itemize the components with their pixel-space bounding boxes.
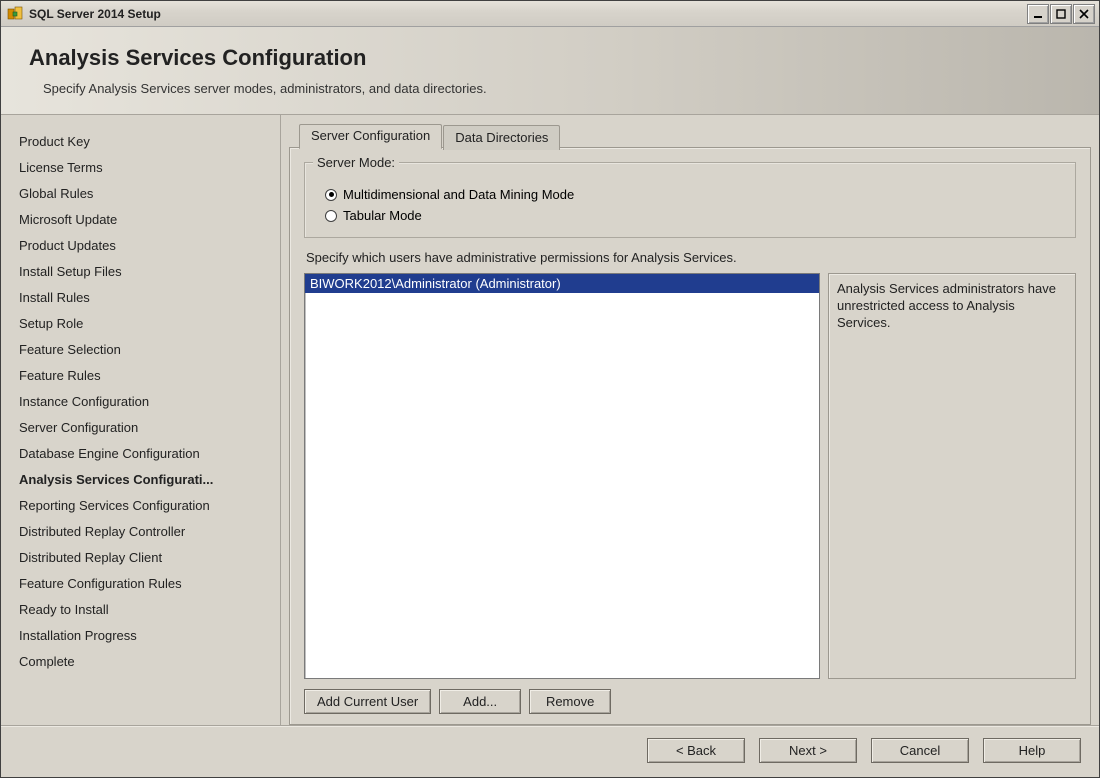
sidebar-step[interactable]: Installation Progress [13,623,268,649]
main-panel: Server Configuration Data Directories Se… [281,115,1099,725]
sidebar-step[interactable]: Ready to Install [13,597,268,623]
server-mode-group: Server Mode: Multidimensional and Data M… [304,162,1076,238]
app-icon [7,6,23,22]
admins-row: BIWORK2012\Administrator (Administrator)… [304,273,1076,679]
radio-dot-icon [325,189,337,201]
tab-server-configuration[interactable]: Server Configuration [299,124,442,149]
body: Product KeyLicense TermsGlobal RulesMicr… [1,115,1099,725]
close-button[interactable] [1073,4,1095,24]
sidebar-step[interactable]: Distributed Replay Controller [13,519,268,545]
radio-label: Multidimensional and Data Mining Mode [343,187,574,202]
sidebar-steps: Product KeyLicense TermsGlobal RulesMicr… [1,115,281,725]
admins-listbox[interactable]: BIWORK2012\Administrator (Administrator) [304,273,820,679]
sidebar-step[interactable]: Instance Configuration [13,389,268,415]
tab-strip: Server Configuration Data Directories [299,123,1091,148]
radio-tabular[interactable]: Tabular Mode [319,206,1061,227]
back-button[interactable]: < Back [647,738,745,763]
sidebar-step[interactable]: Install Rules [13,285,268,311]
server-mode-legend: Server Mode: [313,155,399,170]
sidebar-step[interactable]: Microsoft Update [13,207,268,233]
sidebar-step[interactable]: Distributed Replay Client [13,545,268,571]
add-current-user-button[interactable]: Add Current User [304,689,431,714]
window-title: SQL Server 2014 Setup [29,7,161,21]
sidebar-step[interactable]: Product Updates [13,233,268,259]
remove-button[interactable]: Remove [529,689,611,714]
radio-label: Tabular Mode [343,208,422,223]
add-button[interactable]: Add... [439,689,521,714]
titlebar: SQL Server 2014 Setup [1,1,1099,27]
minimize-button[interactable] [1027,4,1049,24]
tab-data-directories[interactable]: Data Directories [443,125,560,150]
maximize-button[interactable] [1050,4,1072,24]
sidebar-step[interactable]: Feature Rules [13,363,268,389]
sidebar-step[interactable]: Product Key [13,129,268,155]
page-header: Analysis Services Configuration Specify … [1,27,1099,115]
sidebar-step[interactable]: Reporting Services Configuration [13,493,268,519]
sidebar-step[interactable]: Server Configuration [13,415,268,441]
window-controls [1027,4,1095,24]
setup-window: SQL Server 2014 Setup Analysis Services … [0,0,1100,778]
help-button[interactable]: Help [983,738,1081,763]
sidebar-step[interactable]: Complete [13,649,268,675]
tab-label: Data Directories [455,130,548,145]
wizard-footer: < Back Next > Cancel Help [1,725,1099,777]
sidebar-step[interactable]: Analysis Services Configurati... [13,467,268,493]
sidebar-step[interactable]: Setup Role [13,311,268,337]
admins-instruction: Specify which users have administrative … [306,250,1076,265]
tab-label: Server Configuration [311,128,430,143]
sidebar-step[interactable]: License Terms [13,155,268,181]
page-title: Analysis Services Configuration [29,45,1071,71]
sidebar-step[interactable]: Global Rules [13,181,268,207]
sidebar-step[interactable]: Feature Configuration Rules [13,571,268,597]
sidebar-step[interactable]: Install Setup Files [13,259,268,285]
sidebar-step[interactable]: Feature Selection [13,337,268,363]
sidebar-step[interactable]: Database Engine Configuration [13,441,268,467]
list-item[interactable]: BIWORK2012\Administrator (Administrator) [305,274,819,293]
admins-buttons: Add Current User Add... Remove [304,689,1076,714]
cancel-button[interactable]: Cancel [871,738,969,763]
page-subtitle: Specify Analysis Services server modes, … [29,81,1071,96]
admins-description: Analysis Services administrators have un… [828,273,1076,679]
radio-multidimensional[interactable]: Multidimensional and Data Mining Mode [319,185,1061,206]
tab-body: Server Mode: Multidimensional and Data M… [289,147,1091,725]
radio-dot-icon [325,210,337,222]
next-button[interactable]: Next > [759,738,857,763]
